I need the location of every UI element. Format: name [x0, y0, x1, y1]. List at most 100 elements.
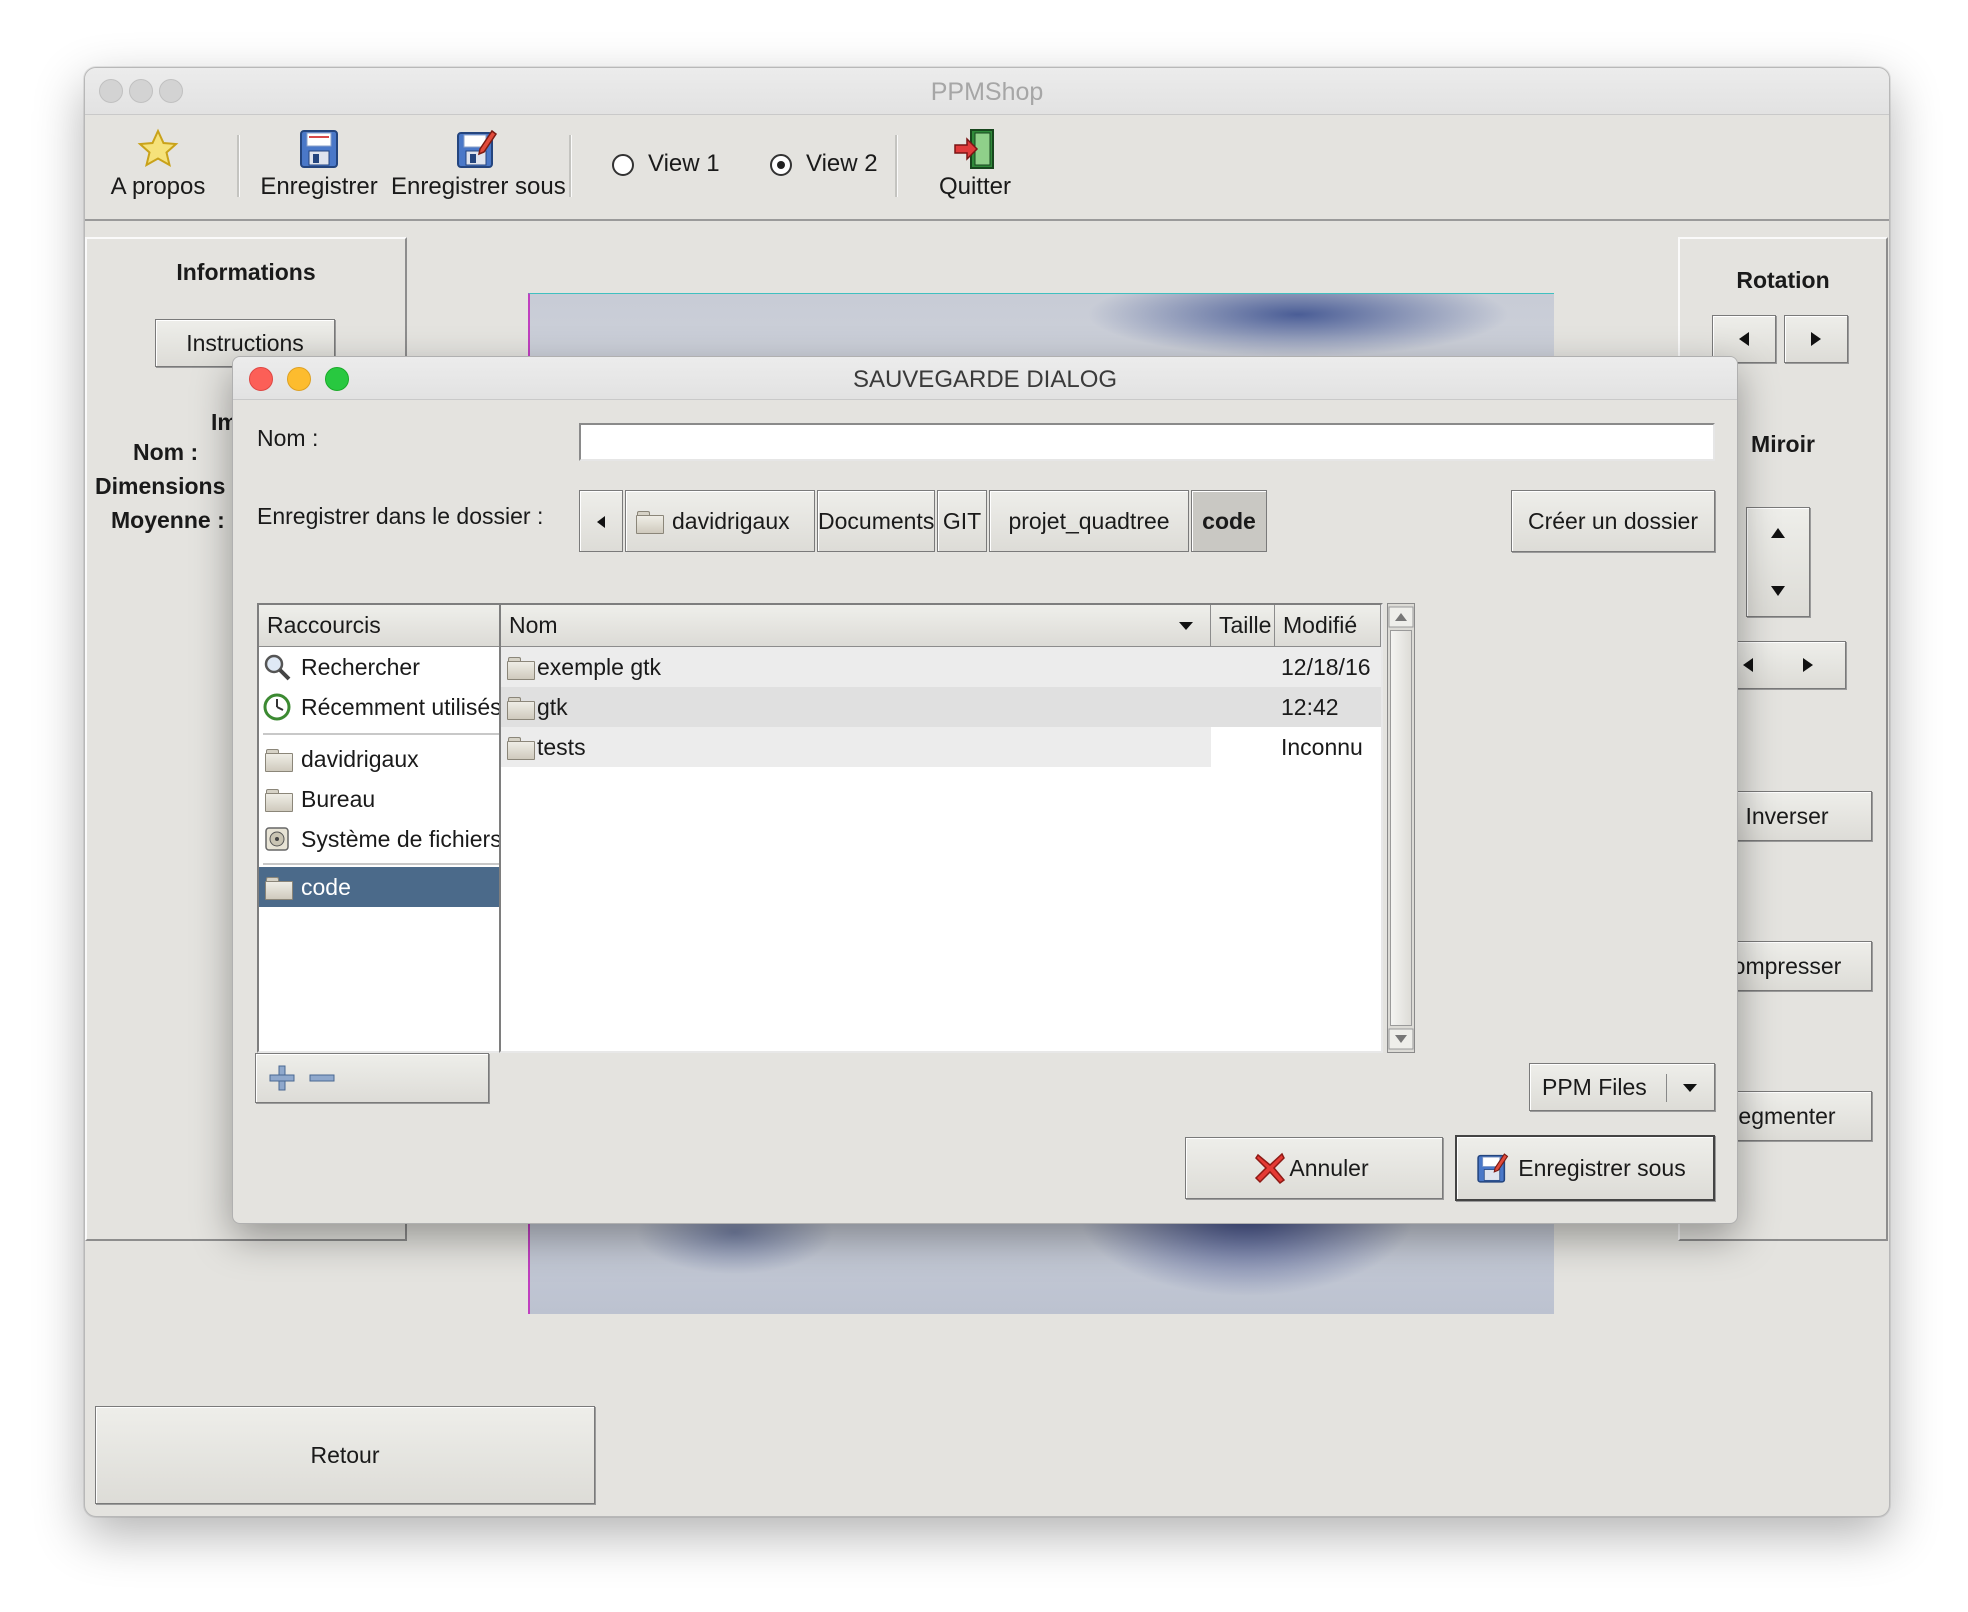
path-back-button[interactable]: [579, 490, 623, 552]
file-row[interactable]: gtk 12:42: [501, 687, 1381, 727]
rotate-right-button[interactable]: [1784, 315, 1848, 363]
column-header-size[interactable]: Taille: [1211, 605, 1275, 647]
shortcut-home-label: davidrigaux: [301, 746, 419, 772]
cancel-x-icon: [1254, 1152, 1286, 1185]
quit-button[interactable]: Quitter: [915, 115, 1035, 219]
triangle-right-icon: [1803, 658, 1813, 672]
dialog-name-label: Nom :: [257, 425, 319, 451]
view1-label: View 1: [648, 150, 720, 177]
file-modified: 12:42: [1281, 694, 1339, 720]
toolbar-separator: [895, 135, 898, 197]
about-button[interactable]: A propos: [85, 115, 231, 219]
magnifier-icon: [264, 654, 291, 681]
triangle-left-icon: [1739, 332, 1749, 346]
filename-input[interactable]: [579, 423, 1715, 461]
floppy-disk-pencil-icon: [457, 129, 498, 168]
about-label: A propos: [110, 173, 206, 200]
file-name: exemple gtk: [537, 654, 662, 680]
triangle-up-icon: [1771, 528, 1785, 538]
path-segment-projet-quadtree[interactable]: projet_quadtree: [989, 490, 1189, 552]
save-label: Enregistrer: [260, 173, 378, 200]
radio-off-icon: [612, 154, 634, 176]
chevron-down-icon: [1683, 1084, 1697, 1092]
file-row[interactable]: tests Inconnu: [501, 727, 1363, 767]
average-label: Moyenne :: [111, 507, 225, 533]
dimensions-label: Dimensions: [95, 473, 226, 499]
sort-arrow-icon: [1179, 622, 1193, 630]
view2-label: View 2: [806, 150, 878, 177]
dialog-title-bar: SAUVEGARDE DIALOG: [233, 357, 1737, 400]
column-name-label: Nom: [509, 612, 558, 638]
triangle-down-icon: [1771, 586, 1785, 596]
file-modified: Inconnu: [1281, 734, 1363, 760]
name-label: Nom :: [133, 439, 199, 465]
back-button[interactable]: Retour: [95, 1406, 595, 1504]
title-bar: PPMShop: [85, 68, 1889, 115]
folder-icon: [507, 737, 535, 760]
save-as-label: Enregistrer sous: [391, 173, 566, 200]
floppy-disk-icon: [300, 130, 338, 168]
add-shortcut-icon[interactable]: [268, 1064, 296, 1092]
save-as-confirm-button[interactable]: Enregistrer sous: [1455, 1135, 1715, 1201]
path-segment-code[interactable]: code: [1191, 490, 1267, 552]
triangle-right-icon: [1811, 332, 1821, 346]
mirror-horizontal-button[interactable]: [1730, 641, 1846, 689]
window-title: PPMShop: [930, 78, 1044, 106]
rotation-heading: Rotation: [1736, 267, 1830, 293]
dialog-title: SAUVEGARDE DIALOG: [852, 366, 1118, 393]
folder-icon: [636, 511, 664, 534]
triangle-left-icon: [1743, 658, 1753, 672]
scrollbar-thumb[interactable]: [1390, 630, 1412, 1026]
path-segment-label: davidrigaux: [672, 508, 790, 534]
save-dialog: SAUVEGARDE DIALOG Nom : Enregistrer dans…: [232, 356, 1738, 1224]
file-filter-combo[interactable]: PPM Files: [1529, 1063, 1715, 1111]
harddisk-icon: [265, 827, 289, 851]
view1-radio[interactable]: View 1: [612, 150, 732, 186]
recent-clock-icon: [263, 693, 291, 721]
folder-icon: [507, 697, 535, 720]
shortcut-buttons-bar: [255, 1053, 489, 1103]
folder-icon: [265, 749, 293, 772]
info-heading: Informations: [176, 259, 316, 285]
remove-shortcut-icon[interactable]: [308, 1064, 336, 1092]
path-segment-documents[interactable]: Documents: [817, 490, 935, 552]
save-button[interactable]: Enregistrer: [249, 115, 389, 219]
folder-icon: [507, 657, 535, 680]
shortcut-filesystem-label: Système de fichiers: [301, 826, 502, 852]
file-filter-value: PPM Files: [1542, 1074, 1647, 1100]
path-segment-git[interactable]: GIT: [937, 490, 987, 552]
shortcut-recent-label: Récemment utilisés: [301, 694, 502, 720]
shortcut-code-label: code: [301, 874, 351, 900]
folder-icon: [265, 789, 293, 812]
toolbar-separator: [237, 135, 240, 197]
toolbar-separator: [569, 135, 572, 197]
cancel-button[interactable]: Annuler: [1185, 1137, 1443, 1199]
scroll-up-icon[interactable]: [1388, 606, 1414, 628]
path-segment-home[interactable]: davidrigaux: [625, 490, 815, 552]
save-as-button[interactable]: Enregistrer sous: [391, 115, 566, 219]
shortcut-desktop-label: Bureau: [301, 786, 376, 812]
mirror-vertical-button[interactable]: [1746, 507, 1810, 617]
exit-door-icon: [954, 129, 994, 169]
file-row[interactable]: exemple gtk 12/18/16: [501, 647, 1381, 687]
scroll-down-icon[interactable]: [1388, 1028, 1414, 1050]
view2-radio[interactable]: View 2: [770, 150, 890, 186]
save-folder-label: Enregistrer dans le dossier :: [257, 503, 544, 529]
radio-on-icon: [770, 154, 792, 176]
create-folder-button[interactable]: Créer un dossier: [1511, 490, 1715, 552]
file-modified: 12/18/16: [1281, 654, 1371, 680]
triangle-left-icon: [597, 516, 605, 528]
toolbar: A propos Enregistrer Enregistrer sous Vi…: [85, 115, 1889, 221]
file-name: gtk: [537, 694, 568, 720]
save-as-confirm-label: Enregistrer sous: [1518, 1155, 1686, 1181]
cancel-label: Annuler: [1289, 1155, 1369, 1181]
file-name: tests: [537, 734, 586, 760]
quit-label: Quitter: [938, 173, 1012, 200]
column-header-name[interactable]: Nom: [501, 605, 1211, 647]
combo-separator: [1666, 1074, 1667, 1102]
star-icon: [137, 128, 179, 168]
file-list-scrollbar[interactable]: [1387, 603, 1415, 1053]
file-list: Nom Taille Modifié exemple gtk 12/18/16 …: [499, 603, 1383, 1053]
column-header-modified[interactable]: Modifié: [1275, 605, 1381, 647]
shortcut-search-label: Rechercher: [301, 654, 420, 680]
